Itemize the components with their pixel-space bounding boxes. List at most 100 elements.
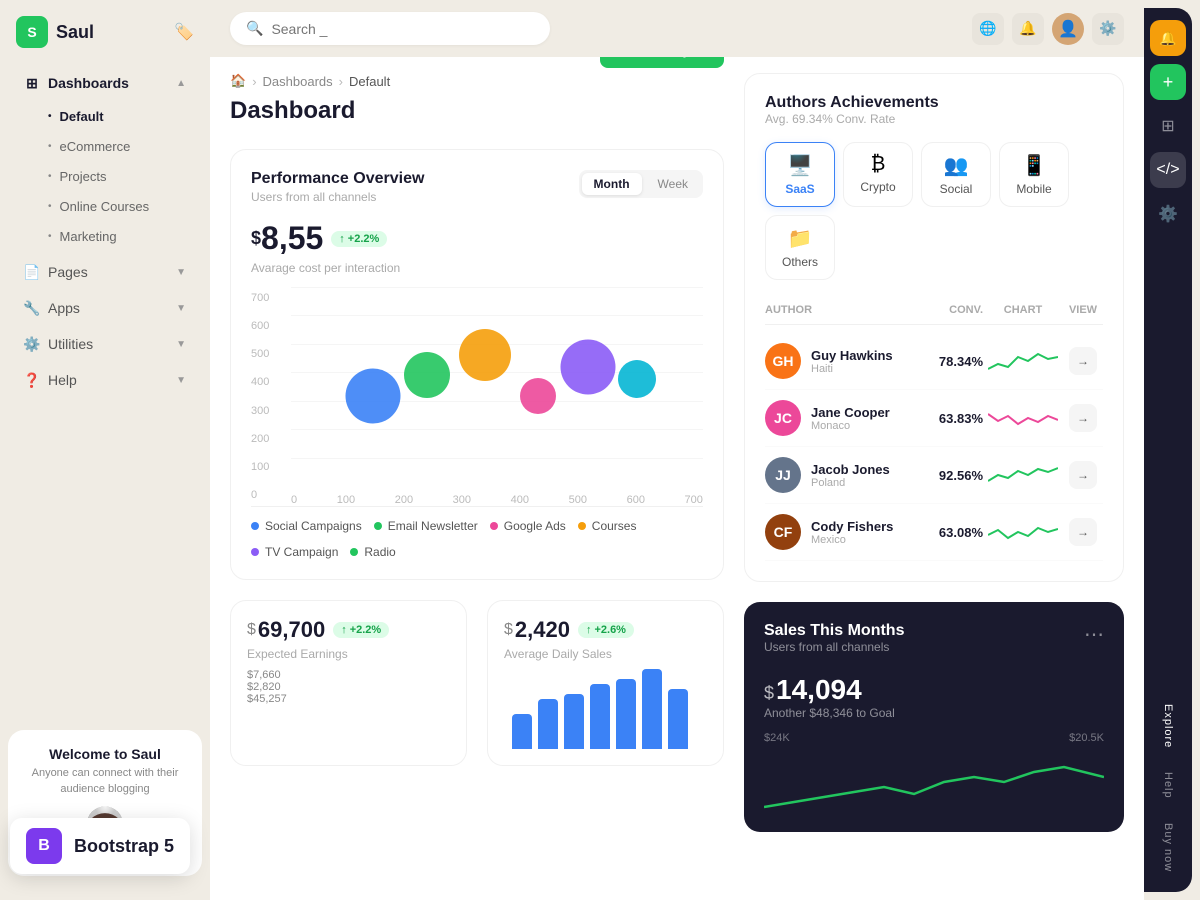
search-bar[interactable]: 🔍: [230, 12, 550, 45]
sidebar-item-label: Apps: [48, 300, 80, 316]
author-country-4: Mexico: [811, 534, 913, 546]
sales-y-24k: $24K: [764, 732, 790, 744]
metrics-row: $ 69,700 ↑ +2.2% Expected Earnings $7,66…: [230, 600, 724, 766]
sidebar-item-label: Utilities: [48, 336, 93, 352]
search-icon: 🔍: [246, 20, 263, 37]
author-name-4: Cody Fishers: [811, 519, 913, 534]
sidebar-subitem-online-courses[interactable]: Online Courses: [8, 192, 202, 221]
logo-icon: S: [16, 16, 48, 48]
expected-badge: ↑ +2.2%: [333, 622, 389, 638]
sidebar-item-pages[interactable]: 📄 Pages ▼: [8, 255, 202, 289]
grid-line-6: [291, 429, 703, 430]
sales-chart: [764, 752, 1104, 812]
x-label-0: 0: [291, 494, 297, 506]
sidebar-bottom-wrapper: Welcome to Saul Anyone can connect with …: [0, 722, 210, 884]
expected-label: Expected Earnings: [247, 647, 450, 661]
bar-5: [616, 679, 636, 749]
legend-dot: [251, 548, 259, 556]
bubble-5: [560, 339, 615, 394]
legend-dot: [490, 522, 498, 530]
sparkline-3: [988, 463, 1058, 488]
expected-value: 69,700: [258, 617, 325, 643]
legend-label: Courses: [592, 519, 637, 533]
sidebar-item-dashboards[interactable]: ⊞ Dashboards ▲: [8, 66, 202, 100]
view-btn-4[interactable]: →: [1069, 518, 1097, 546]
author-avatar-1: GH: [765, 343, 801, 379]
sidebar-subitem-default[interactable]: Default: [8, 102, 202, 131]
metric-section: $ 8,55 ↑ +2.2% Avarage cost per interact…: [251, 220, 703, 275]
view-btn-2[interactable]: →: [1069, 404, 1097, 432]
create-project-button[interactable]: Create Project: [600, 57, 724, 68]
metric-badge-value: +2.2%: [348, 233, 380, 245]
y-label-700: 700: [251, 292, 269, 304]
x-label-700: 700: [685, 494, 703, 506]
notification-badge[interactable]: 🔔: [1150, 20, 1186, 56]
earnings-val-2: $2,820: [247, 681, 450, 693]
sparkline-2: [988, 406, 1058, 431]
author-conv-4: 63.08%: [913, 525, 983, 540]
sidebar-item-label: Help: [48, 372, 77, 388]
cat-tab-saas[interactable]: 🖥️ SaaS: [765, 142, 835, 207]
author-country-1: Haiti: [811, 363, 913, 375]
header-menu-btn[interactable]: ⚙️: [1092, 13, 1124, 45]
code-icon[interactable]: </>: [1150, 152, 1186, 188]
chevron-down-icon: ▼: [176, 303, 186, 314]
social-icon: 👥: [944, 153, 969, 178]
app-name: Saul: [56, 22, 94, 43]
header-avatar[interactable]: 👤: [1052, 13, 1084, 45]
breadcrumb-home-icon: 🏠: [230, 73, 246, 89]
breadcrumb-dashboards[interactable]: Dashboards: [263, 74, 333, 89]
grid-icon[interactable]: ⊞: [1150, 108, 1186, 144]
cat-tab-mobile[interactable]: 📱 Mobile: [999, 142, 1069, 207]
tab-month[interactable]: Month: [582, 173, 642, 195]
sidebar-subitem-projects[interactable]: Projects: [8, 162, 202, 191]
chart-x-labels: 0 100 200 300 400 500 600 700: [291, 494, 703, 506]
view-btn-1[interactable]: →: [1069, 347, 1097, 375]
tab-week[interactable]: Week: [646, 173, 700, 195]
sidebar-subitem-marketing[interactable]: Marketing: [8, 222, 202, 251]
sales-header: Sales This Months Users from all channel…: [764, 622, 1104, 654]
bar-1: [512, 714, 532, 749]
view-btn-3[interactable]: →: [1069, 461, 1097, 489]
author-view-4: →: [1063, 518, 1103, 546]
search-input[interactable]: [271, 21, 534, 37]
sales-menu-icon[interactable]: ⋯: [1084, 622, 1104, 647]
sidebar-item-help[interactable]: ❓ Help ▼: [8, 363, 202, 397]
cat-tab-social[interactable]: 👥 Social: [921, 142, 991, 207]
bar-4: [590, 684, 610, 749]
y-label-400: 400: [251, 376, 269, 388]
help-label: Help: [1162, 764, 1174, 807]
bar-chart-bars: [504, 669, 707, 749]
header-notification-btn[interactable]: 🔔: [1012, 13, 1044, 45]
cat-tab-others[interactable]: 📁 Others: [765, 215, 835, 280]
daily-label: Average Daily Sales: [504, 647, 707, 661]
cat-tab-crypto[interactable]: ₿ Crypto: [843, 142, 913, 207]
author-country-2: Monaco: [811, 420, 913, 432]
page-title: Dashboard: [230, 97, 390, 125]
add-button[interactable]: +: [1150, 64, 1186, 100]
author-avatar-2: JC: [765, 400, 801, 436]
sales-goal: Another $48,346 to Goal: [764, 706, 1104, 720]
sidebar-item-apps[interactable]: 🔧 Apps ▼: [8, 291, 202, 325]
breadcrumb-sep2: ›: [339, 74, 343, 89]
sidebar-item-label: Dashboards: [48, 75, 129, 91]
legend-label: Social Campaigns: [265, 519, 362, 533]
author-avatar-4: CF: [765, 514, 801, 550]
metric-value: 8,55: [261, 220, 323, 257]
metric-row: $ 8,55 ↑ +2.2%: [251, 220, 703, 257]
utilities-icon: ⚙️: [24, 336, 40, 352]
th-chart: CHART: [983, 304, 1063, 316]
x-label-500: 500: [569, 494, 587, 506]
apps-icon: 🔧: [24, 300, 40, 316]
bubble-3: [459, 329, 511, 381]
sales-card: Sales This Months Users from all channel…: [744, 602, 1124, 832]
legend-label: Email Newsletter: [388, 519, 478, 533]
header-settings-btn[interactable]: 🌐: [972, 13, 1004, 45]
y-label-500: 500: [251, 348, 269, 360]
settings-icon[interactable]: ⚙️: [1150, 196, 1186, 232]
sidebar-item-utilities[interactable]: ⚙️ Utilities ▼: [8, 327, 202, 361]
sidebar-subitem-ecommerce[interactable]: eCommerce: [8, 132, 202, 161]
author-conv-1: 78.34%: [913, 354, 983, 369]
author-view-3: →: [1063, 461, 1103, 489]
x-label-200: 200: [395, 494, 413, 506]
